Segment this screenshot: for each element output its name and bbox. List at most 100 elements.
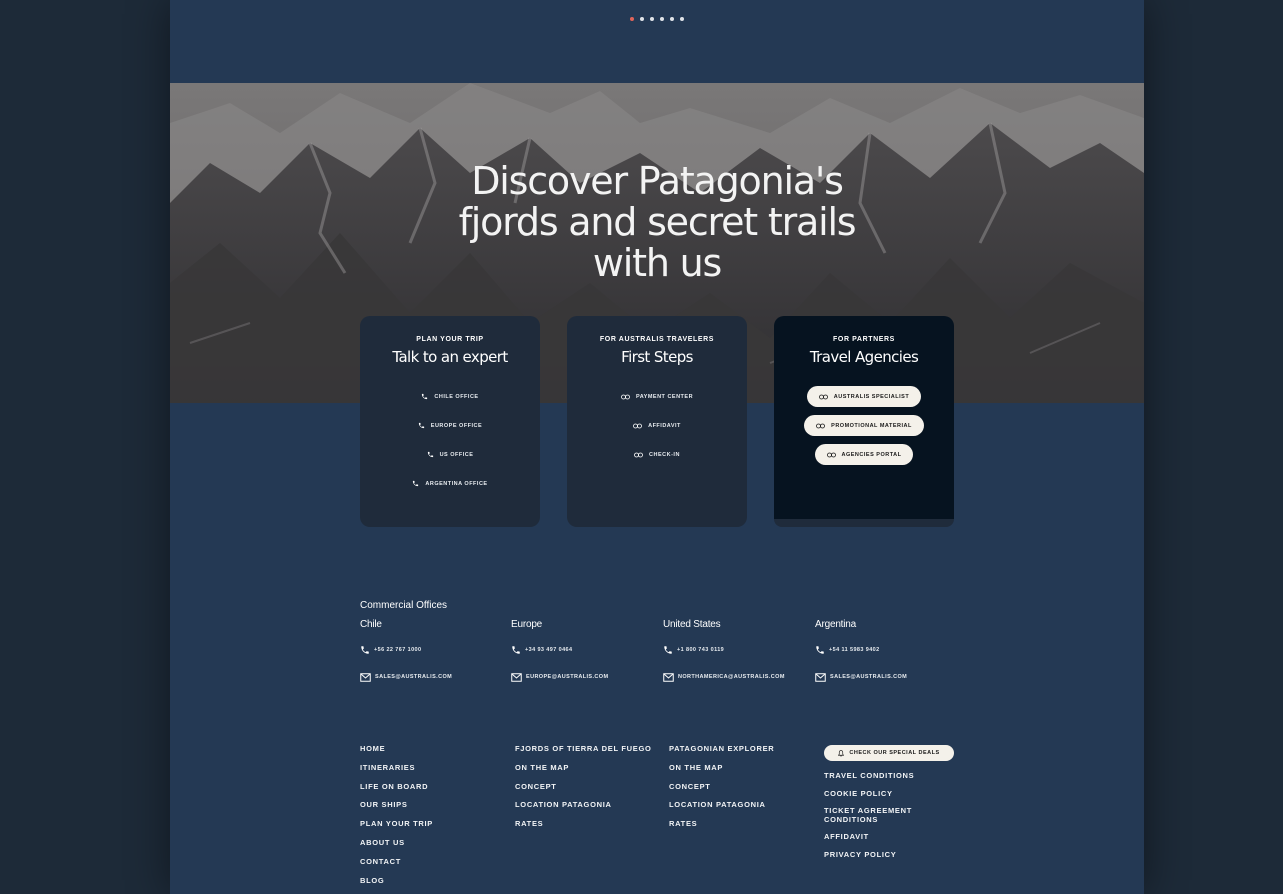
footer-link-home[interactable]: HOME	[360, 744, 433, 763]
slider-dot-3[interactable]	[650, 17, 654, 21]
us-office-link[interactable]: US OFFICE	[360, 440, 540, 469]
promotional-material-button[interactable]: PROMOTIONAL MATERIAL	[804, 415, 924, 436]
slider-dot-6[interactable]	[680, 17, 684, 21]
footer-link-blog[interactable]: BLOG	[360, 876, 433, 894]
footer-link-privacy-policy[interactable]: PRIVACY POLICY	[824, 850, 959, 860]
office-europe: Europe +34 93 497 0464 EUROPE@AUSTRALIS.…	[511, 619, 661, 683]
phone-icon	[512, 646, 520, 654]
footer-link-location-patagonia[interactable]: LOCATION PATAGONIA	[669, 800, 774, 819]
agencies-portal-button[interactable]: AGENCIES PORTAL	[814, 444, 914, 465]
special-deals-button[interactable]: CHECK OUR SPECIAL DEALS	[824, 745, 954, 761]
slider-dots	[170, 17, 1144, 21]
footer-link-travel-conditions[interactable]: TRAVEL CONDITIONS	[824, 771, 959, 781]
button-label: PROMOTIONAL MATERIAL	[831, 422, 912, 429]
payment-center-link[interactable]: PAYMENT CENTER	[567, 382, 747, 411]
page-container: Discover Patagonia's fjords and secret t…	[170, 0, 1144, 894]
argentina-office-link[interactable]: ARGENTINA OFFICE	[360, 469, 540, 498]
office-argentina: Argentina +54 11 5983 9402 SALES@AUSTRAL…	[815, 619, 965, 683]
link-label: CHILE OFFICE	[434, 393, 479, 400]
card-eyebrow: FOR PARTNERS	[833, 336, 895, 343]
footer-link-patagonian-explorer[interactable]: PATAGONIAN EXPLORER	[669, 744, 774, 763]
phone-icon	[413, 480, 419, 487]
affidavit-link[interactable]: AFFIDAVIT	[567, 411, 747, 440]
footer-nav-legal: CHECK OUR SPECIAL DEALS TRAVEL CONDITION…	[824, 745, 959, 859]
link-icon	[633, 423, 642, 428]
phone-icon	[361, 646, 369, 654]
footer-link-on-the-map[interactable]: ON THE MAP	[669, 763, 774, 782]
office-phone[interactable]: +34 93 497 0464	[511, 644, 661, 656]
footer-link-on-the-map[interactable]: ON THE MAP	[515, 763, 652, 782]
link-icon	[816, 423, 826, 428]
australis-specialist-button[interactable]: AUSTRALIS SPECIALIST	[806, 386, 922, 407]
link-label: US OFFICE	[439, 451, 474, 458]
card-title: Travel Agencies	[809, 348, 919, 366]
slider-dot-2[interactable]	[640, 17, 644, 21]
email-address: SALES@AUSTRALIS.COM	[375, 674, 453, 680]
footer-link-rates[interactable]: RATES	[515, 819, 652, 838]
office-united-states: United States +1 800 743 0119 NORTHAMERI…	[663, 619, 813, 683]
phone-icon	[418, 422, 424, 429]
card-title: Talk to an expert	[392, 348, 508, 366]
link-icon	[621, 394, 630, 399]
footer-link-about-us[interactable]: ABOUT US	[360, 838, 433, 857]
chile-office-link[interactable]: CHILE OFFICE	[360, 382, 540, 411]
check-in-link[interactable]: CHECK-IN	[567, 440, 747, 469]
office-phone[interactable]: +1 800 743 0119	[663, 644, 813, 656]
footer-link-contact[interactable]: CONTACT	[360, 857, 433, 876]
link-label: AFFIDAVIT	[648, 422, 681, 429]
office-email[interactable]: SALES@AUSTRALIS.COM	[360, 671, 510, 683]
office-email[interactable]: EUROPE@AUSTRALIS.COM	[511, 671, 661, 683]
footer-link-rates[interactable]: RATES	[669, 819, 774, 838]
link-label: CHECK-IN	[649, 451, 680, 458]
hero-title-line-3: with us	[592, 241, 722, 285]
office-name: Argentina	[815, 619, 857, 630]
bell-icon	[838, 749, 845, 756]
footer-link-concept[interactable]: CONCEPT	[515, 782, 652, 801]
europe-office-link[interactable]: EUROPE OFFICE	[360, 411, 540, 440]
footer-link-our-ships[interactable]: OUR SHIPS	[360, 800, 433, 819]
phone-icon	[664, 646, 672, 654]
phone-icon	[816, 646, 824, 654]
slider-dot-5[interactable]	[670, 17, 674, 21]
office-email[interactable]: NORTHAMERICA@AUSTRALIS.COM	[663, 671, 813, 683]
office-chile: Chile +56 22 767 1000 SALES@AUSTRALIS.CO…	[360, 619, 510, 683]
footer-link-fjords[interactable]: FJORDS OF TIERRA DEL FUEGO	[515, 744, 652, 763]
hero-title: Discover Patagonia's fjords and secret t…	[170, 161, 1144, 284]
mail-icon	[815, 672, 826, 682]
office-phone[interactable]: +54 11 5983 9402	[815, 644, 965, 656]
link-label: PAYMENT CENTER	[635, 393, 694, 400]
slider-dot-4[interactable]	[660, 17, 664, 21]
footer-nav-main: HOME ITINERARIES LIFE ON BOARD OUR SHIPS…	[360, 744, 433, 894]
card-eyebrow: FOR AUSTRALIS TRAVELERS	[599, 336, 715, 343]
commercial-offices-heading: Commercial Offices	[360, 600, 448, 611]
footer-link-cookie-policy[interactable]: COOKIE POLICY	[824, 789, 959, 799]
email-address: EUROPE@AUSTRALIS.COM	[526, 674, 609, 680]
link-label: ARGENTINA OFFICE	[425, 480, 488, 487]
card-bottom-shadow	[774, 519, 954, 527]
mail-icon	[360, 672, 371, 682]
footer-link-plan-your-trip[interactable]: PLAN YOUR TRIP	[360, 819, 433, 838]
phone-number: +1 800 743 0119	[677, 647, 725, 653]
footer-link-concept[interactable]: CONCEPT	[669, 782, 774, 801]
card-first-steps: FOR AUSTRALIS TRAVELERS First Steps PAYM…	[567, 316, 747, 527]
footer-link-itineraries[interactable]: ITINERARIES	[360, 763, 433, 782]
office-name: United States	[663, 619, 721, 630]
footer-nav-explorer: PATAGONIAN EXPLORER ON THE MAP CONCEPT L…	[669, 744, 774, 838]
hero-title-line-1: Discover Patagonia's	[471, 159, 844, 203]
phone-number: +54 11 5983 9402	[829, 647, 880, 653]
footer-link-life-on-board[interactable]: LIFE ON BOARD	[360, 782, 433, 801]
footer-link-ticket-agreement[interactable]: TICKET AGREEMENT CONDITIONS	[824, 806, 924, 824]
footer-link-location-patagonia[interactable]: LOCATION PATAGONIA	[515, 800, 652, 819]
phone-icon	[422, 393, 428, 400]
card-eyebrow: PLAN YOUR TRIP	[416, 336, 484, 343]
card-plan-your-trip: PLAN YOUR TRIP Talk to an expert CHILE O…	[360, 316, 540, 527]
office-phone[interactable]: +56 22 767 1000	[360, 644, 510, 656]
footer-link-affidavit[interactable]: AFFIDAVIT	[824, 832, 959, 842]
link-icon	[634, 452, 643, 457]
footer-nav-fjords: FJORDS OF TIERRA DEL FUEGO ON THE MAP CO…	[515, 744, 652, 838]
button-label: AGENCIES PORTAL	[841, 451, 902, 458]
office-email[interactable]: SALES@AUSTRALIS.COM	[815, 671, 965, 683]
link-icon	[818, 394, 828, 399]
hero-title-line-2: fjords and secret trails	[458, 200, 857, 244]
slider-dot-1[interactable]	[630, 17, 634, 21]
